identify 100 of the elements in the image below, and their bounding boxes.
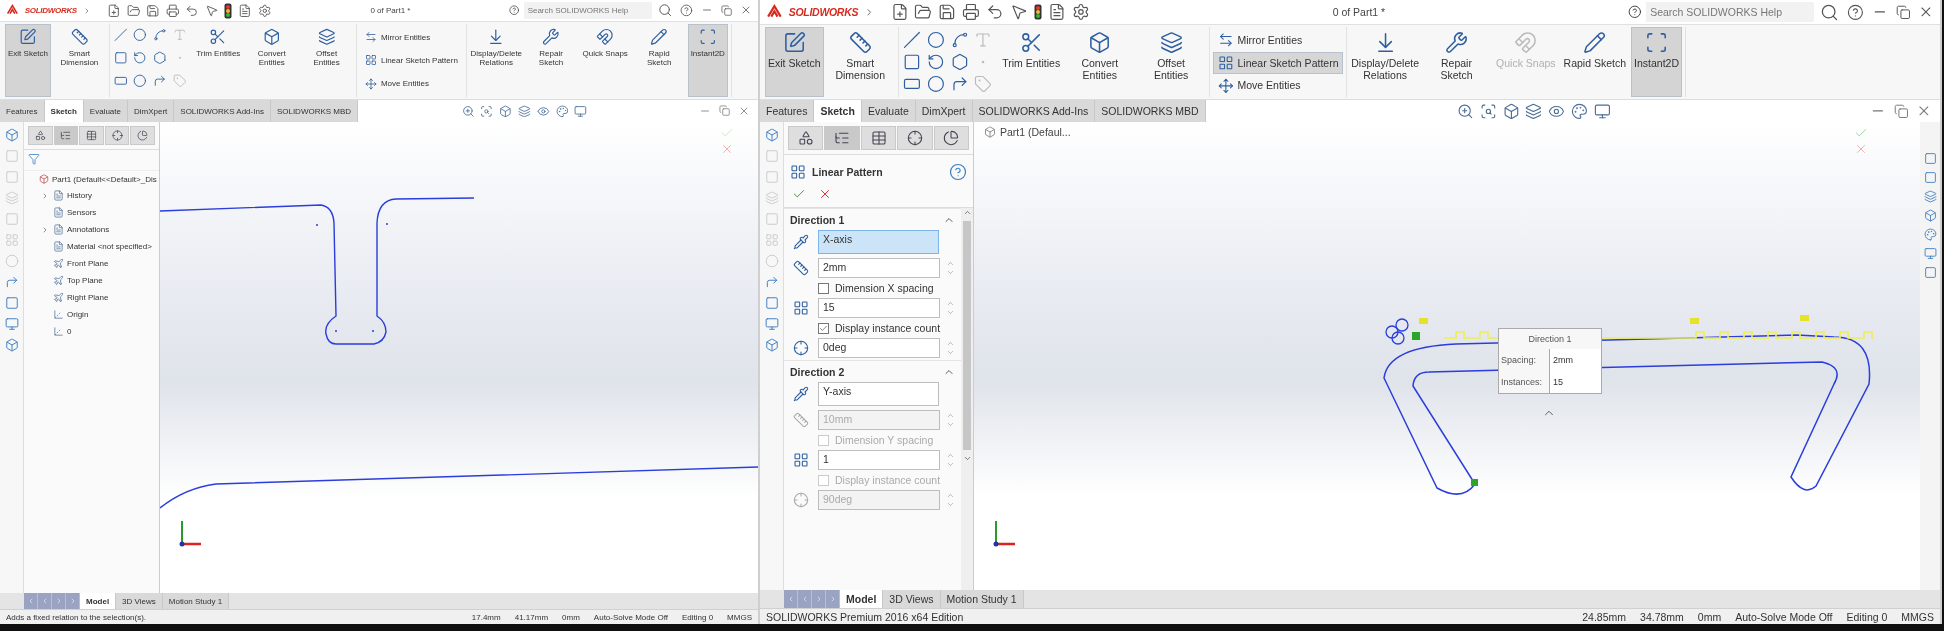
arc-icon[interactable]	[926, 53, 945, 71]
save-icon[interactable]	[146, 3, 160, 18]
filter-icon[interactable]	[28, 153, 40, 165]
plane-icon[interactable]	[53, 275, 64, 286]
traffic-light-icon[interactable]	[1033, 4, 1042, 20]
axis-field[interactable]: X-axis	[818, 230, 939, 254]
move-arrows-icon[interactable]	[364, 77, 377, 90]
folder-icon[interactable]	[126, 3, 141, 18]
polygon-icon[interactable]	[950, 53, 969, 71]
line-icon[interactable]	[113, 28, 128, 42]
spin-down-icon[interactable]	[946, 420, 955, 429]
pencil-square-icon[interactable]	[782, 31, 806, 55]
palette-icon[interactable]	[555, 104, 569, 118]
part-icon[interactable]	[39, 174, 49, 184]
help-icon[interactable]	[949, 163, 967, 181]
panel-tab-button[interactable]	[824, 126, 860, 150]
wrench-icon[interactable]	[1444, 31, 1468, 55]
ribbon-list-button[interactable]: Move Entities	[1212, 74, 1344, 97]
ribbon-button[interactable]: Convert Entities	[1065, 27, 1135, 97]
panel-tab-button[interactable]	[897, 126, 933, 150]
ribbon-button[interactable]: Display/Delete Relations	[1350, 27, 1420, 97]
wrench-icon[interactable]	[542, 28, 560, 46]
arc-icon[interactable]	[133, 51, 147, 65]
view-tab[interactable]: 3D Views	[883, 590, 941, 608]
ribbon-button[interactable]: Trim Entities	[999, 27, 1064, 97]
panel-tab-button[interactable]	[104, 126, 130, 145]
spin-down-icon[interactable]	[946, 460, 955, 469]
ribbon-tab[interactable]: SOLIDWORKS MBD	[1095, 100, 1206, 122]
rectangle-icon[interactable]	[113, 51, 128, 65]
left-right-arrow-icon[interactable]	[1217, 32, 1234, 48]
view-tab[interactable]: Model	[80, 593, 117, 609]
axis-icon[interactable]	[53, 309, 64, 320]
ribbon-button[interactable]: Display/Delete Relations	[469, 24, 523, 97]
cube-icon[interactable]	[1088, 31, 1112, 55]
tree-item[interactable]: Front Plane	[24, 255, 159, 272]
spline-icon[interactable]	[950, 31, 969, 49]
checkbox[interactable]	[818, 322, 829, 334]
panel-tab-button[interactable]	[788, 126, 824, 150]
slot-icon[interactable]	[113, 74, 128, 88]
search-field[interactable]: Search SOLIDWORKS Help	[1646, 2, 1815, 22]
ribbon-button[interactable]: Rapid Sketch	[1560, 27, 1630, 97]
cube-icon[interactable]	[1502, 102, 1520, 120]
ribbon-tab[interactable]: DimXpert	[915, 100, 973, 122]
ribbon-button[interactable]: Trim Entities	[193, 24, 244, 97]
left-right-arrow-icon[interactable]	[364, 31, 377, 44]
printer-icon[interactable]	[165, 3, 180, 18]
help-icon[interactable]	[1847, 3, 1864, 21]
spin-down-icon[interactable]	[946, 308, 955, 317]
tree-item[interactable]: Right Plane	[24, 289, 159, 306]
magnet-icon[interactable]	[596, 28, 614, 46]
restore-icon[interactable]	[720, 4, 732, 17]
undo-icon[interactable]	[986, 3, 1004, 21]
spin-up-icon[interactable]	[946, 411, 955, 420]
cancel-icon[interactable]	[720, 142, 734, 156]
ruler-icon[interactable]	[848, 31, 872, 55]
traffic-light-icon[interactable]	[224, 2, 233, 19]
scan-frame-icon[interactable]	[1645, 31, 1669, 55]
restore-icon[interactable]	[1893, 103, 1909, 119]
ribbon-list-button[interactable]: Mirror Entities	[1212, 29, 1344, 51]
spin-up-icon[interactable]	[946, 451, 955, 460]
panel-tab-button[interactable]	[860, 126, 897, 150]
layers-icon[interactable]	[1525, 102, 1543, 120]
square-icon[interactable]	[764, 296, 779, 310]
search-icon[interactable]	[657, 3, 672, 18]
layers-icon[interactable]	[1159, 31, 1183, 55]
spline-icon[interactable]	[153, 28, 167, 42]
ribbon-list-button[interactable]: Mirror Entities	[359, 26, 463, 49]
spin-down-icon[interactable]	[946, 348, 955, 357]
ribbon-tab[interactable]: Evaluate	[83, 100, 128, 122]
ribbon-button[interactable]: Rapid Sketch	[632, 24, 686, 97]
circle-icon[interactable]	[133, 28, 147, 42]
ribbon-button[interactable]: Offset Entities	[1136, 27, 1206, 97]
monitor-icon[interactable]	[1593, 102, 1611, 120]
spin-up-icon[interactable]	[946, 259, 955, 268]
ribbon-list-button[interactable]: Move Entities	[359, 72, 463, 95]
ribbon-tab[interactable]: Features	[0, 100, 45, 122]
value-field[interactable]: 2mm	[1549, 349, 1601, 371]
cancel-icon[interactable]	[818, 187, 832, 201]
cube-icon[interactable]	[764, 128, 779, 142]
pencil-icon[interactable]	[1583, 31, 1607, 55]
panel-tab-button[interactable]	[53, 126, 79, 145]
plane-icon[interactable]	[53, 292, 64, 303]
ribbon-tab[interactable]: Evaluate	[861, 100, 916, 122]
plane-icon[interactable]	[53, 258, 64, 269]
panel-tab-button[interactable]	[28, 126, 53, 145]
search-icon[interactable]	[1820, 2, 1839, 22]
undo-icon[interactable]	[185, 3, 199, 18]
ribbon-button[interactable]: Instant2D	[1631, 27, 1682, 97]
scissors-icon[interactable]	[1019, 31, 1043, 55]
axis-icon[interactable]	[53, 326, 64, 337]
eye-icon[interactable]	[536, 104, 550, 118]
grid-icon[interactable]	[364, 54, 377, 67]
cube-icon[interactable]	[4, 128, 19, 142]
restore-icon[interactable]	[1895, 4, 1911, 20]
spin-up-icon[interactable]	[946, 491, 955, 500]
zoom-in-icon[interactable]	[461, 104, 475, 118]
tree-item[interactable]: Origin	[24, 306, 159, 323]
ribbon-tab[interactable]: SOLIDWORKS Add-Ins	[972, 100, 1096, 122]
scan-frame-icon[interactable]	[698, 28, 717, 46]
ribbon-button[interactable]: Smart Dimension	[825, 27, 895, 97]
